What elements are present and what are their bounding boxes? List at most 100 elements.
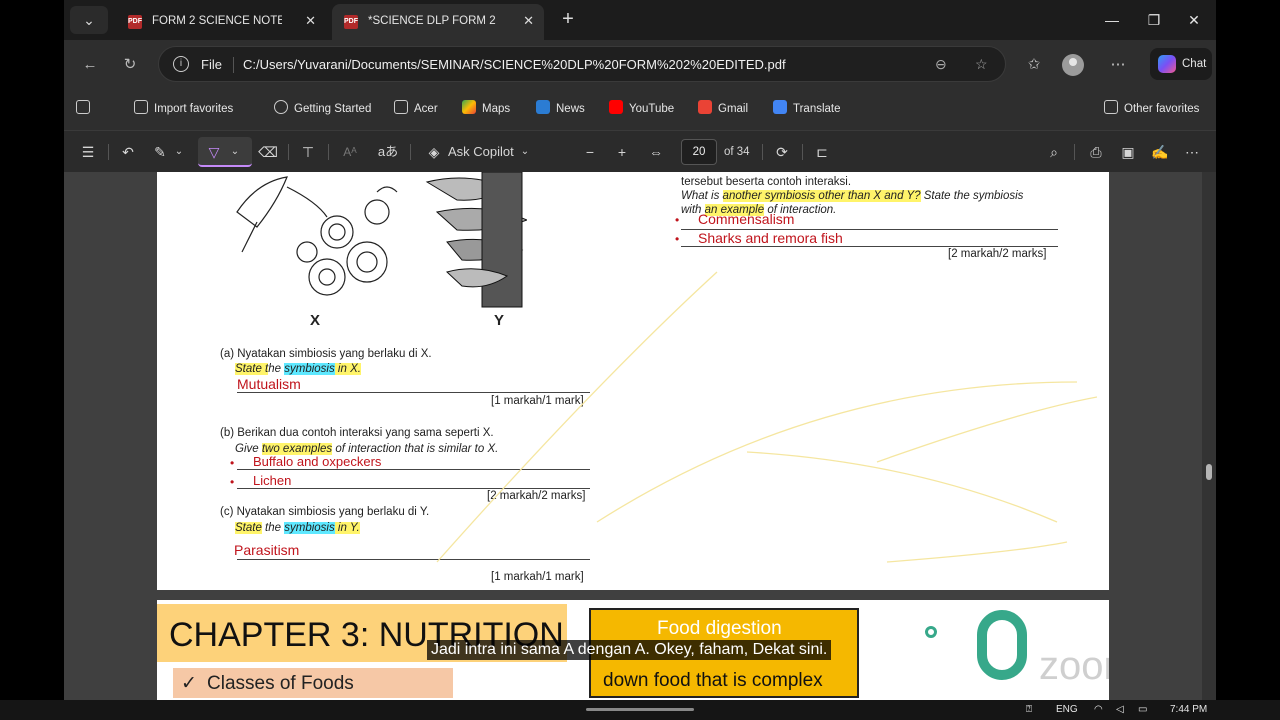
screen: ⌄ PDF FORM 2 SCIENCE NOTES [B ✕ PDF *SCI…	[0, 0, 1280, 720]
url-text[interactable]: C:/Users/Yuvarani/Documents/SEMINAR/SCIE…	[243, 47, 786, 82]
maps-icon	[462, 100, 476, 114]
more-options-icon[interactable]: ⋯	[1180, 131, 1204, 173]
new-tab-button[interactable]: +	[554, 6, 582, 34]
text: the	[261, 522, 285, 534]
answer-lichen: Lichen	[253, 473, 292, 488]
right-question-ms: tersebut beserta contoh interaksi.	[681, 176, 852, 188]
rotate-icon[interactable]: ⟳	[770, 131, 794, 173]
info-icon[interactable]: i	[173, 56, 189, 72]
classes-label: Classes of Foods	[207, 673, 354, 694]
zoom-watermark: zoom	[1039, 644, 1109, 688]
copilot-chat-button[interactable]: Chat	[1150, 48, 1212, 80]
volume-icon[interactable]: ◁	[1116, 700, 1124, 720]
avatar[interactable]	[1062, 54, 1084, 76]
marks-label: [2 markah/2 marks]	[948, 248, 1047, 260]
zoom-in-icon[interactable]: +	[610, 131, 634, 173]
search-icon[interactable]: ⌕	[1042, 131, 1066, 173]
print-icon[interactable]: ⎙	[1084, 131, 1108, 173]
star-icon[interactable]: ☆	[975, 47, 988, 82]
highlight-button[interactable]: ▽ ⌄	[198, 137, 252, 167]
highlight: symbiosis	[284, 363, 335, 375]
answer-line	[681, 246, 1058, 247]
restore-button[interactable]: ❐	[1134, 0, 1174, 40]
bullet: •	[675, 232, 680, 246]
text: State the symbiosis	[920, 190, 1024, 202]
save-icon[interactable]: ▣	[1116, 131, 1140, 173]
mic-icon[interactable]: ⍰	[1026, 700, 1032, 720]
language-indicator[interactable]: ENG	[1056, 700, 1078, 720]
close-icon[interactable]: ✕	[305, 4, 316, 38]
fav-getting-started[interactable]: Getting Started	[274, 88, 371, 130]
scrollbar-thumb[interactable]	[1206, 464, 1212, 480]
answer-mutualism: Mutualism	[237, 376, 301, 392]
translate-icon[interactable]: aあ	[376, 131, 400, 173]
decorative-shape	[977, 610, 1027, 680]
favorites-bar-toggle[interactable]	[76, 88, 96, 130]
highlight: State	[235, 522, 262, 534]
chevron-down-icon[interactable]: ⌄	[518, 131, 532, 173]
pdf-viewer[interactable]: X Y tersebut beserta contoh interaksi. W…	[64, 172, 1216, 700]
fit-page-icon[interactable]: ⇔	[644, 131, 668, 173]
favorites-button[interactable]: ✩	[1020, 52, 1048, 78]
close-window-button[interactable]: ✕	[1174, 0, 1214, 40]
eraser-icon[interactable]: ⌫	[256, 131, 280, 173]
fav-label: Acer	[414, 103, 438, 115]
pdf-toolbar: ☰ ↶ ✎ ⌄ ▽ ⌄ ⌫ ⊤ Aᴬ aあ ◈ Ask Copilot ⌄ − …	[64, 130, 1216, 172]
undo-icon[interactable]: ↶	[116, 131, 140, 173]
tab-label: *SCIENCE DLP FORM 2 EDI	[368, 15, 498, 27]
question-c-en: State the symbiosis in Y.	[235, 522, 360, 534]
question-c-ms: (c) Nyatakan simbiosis yang berlaku di Y…	[220, 506, 430, 518]
zoom-out-icon[interactable]: −	[578, 131, 602, 173]
youtube-icon	[609, 100, 623, 114]
copilot-icon	[1158, 55, 1176, 73]
fav-translate[interactable]: Translate	[773, 88, 841, 130]
draw-icon[interactable]: ✎	[148, 131, 172, 173]
tab-actions-menu-button[interactable]: ⌄	[70, 6, 108, 34]
divider	[328, 144, 329, 160]
more-menu-button[interactable]: ⋯	[1104, 52, 1132, 78]
fav-youtube[interactable]: YouTube	[609, 88, 674, 130]
digestion-body: down food that is complex	[603, 670, 823, 691]
clock[interactable]: 7:44 PM	[1170, 700, 1207, 720]
ask-copilot-button[interactable]: Ask Copilot	[448, 131, 514, 173]
read-aloud-icon[interactable]: Aᴬ	[338, 131, 362, 173]
fav-news[interactable]: News	[536, 88, 585, 130]
page-number-input[interactable]: 20	[681, 139, 717, 165]
copilot-icon[interactable]: ◈	[422, 131, 446, 173]
text: he	[268, 363, 285, 375]
folder-icon	[1104, 100, 1118, 114]
check-icon: ✓	[181, 673, 197, 694]
fav-label: Gmail	[718, 103, 749, 115]
tab-form2-notes[interactable]: PDF FORM 2 SCIENCE NOTES [B ✕	[116, 4, 326, 40]
battery-icon[interactable]: ▭	[1138, 700, 1147, 720]
taskbar: ⍰ ENG ◠ ◁ ▭ 7:44 PM	[0, 700, 1280, 720]
refresh-button[interactable]: ↻	[116, 52, 144, 78]
zoom-icon[interactable]: ⊖	[935, 47, 947, 82]
save-as-icon[interactable]: ✍	[1148, 131, 1172, 173]
chat-label: Chat	[1182, 58, 1207, 70]
wifi-icon[interactable]: ◠	[1094, 700, 1103, 720]
tab-label: FORM 2 SCIENCE NOTES [B	[152, 15, 282, 27]
page-view-icon[interactable]: ⊏	[810, 131, 834, 173]
fav-label: Other favorites	[1124, 103, 1200, 115]
chevron-down-icon[interactable]: ⌄	[172, 131, 186, 173]
close-icon[interactable]: ✕	[523, 4, 534, 38]
highlight: State t	[235, 363, 269, 375]
fav-maps[interactable]: Maps	[462, 88, 510, 130]
text-box-icon[interactable]: ⊤	[296, 131, 320, 173]
bullet: •	[675, 213, 680, 227]
highlight: in Y.	[334, 522, 360, 534]
address-bar[interactable]: i File C:/Users/Yuvarani/Documents/SEMIN…	[158, 46, 1006, 82]
fav-gmail[interactable]: Gmail	[698, 88, 748, 130]
fav-label: Getting Started	[294, 103, 372, 115]
scrollbar[interactable]	[1202, 172, 1216, 700]
minimize-button[interactable]: —	[1092, 0, 1132, 40]
contents-icon[interactable]: ☰	[76, 131, 100, 173]
highlight: in X.	[334, 363, 361, 375]
fav-other[interactable]: Other favorites	[1104, 88, 1199, 130]
tab-science-dlp[interactable]: PDF *SCIENCE DLP FORM 2 EDI ✕	[332, 4, 544, 40]
divider	[802, 144, 803, 160]
fav-acer[interactable]: Acer	[394, 88, 438, 130]
back-button[interactable]: ←	[76, 52, 104, 78]
fav-import[interactable]: Import favorites	[134, 88, 233, 130]
